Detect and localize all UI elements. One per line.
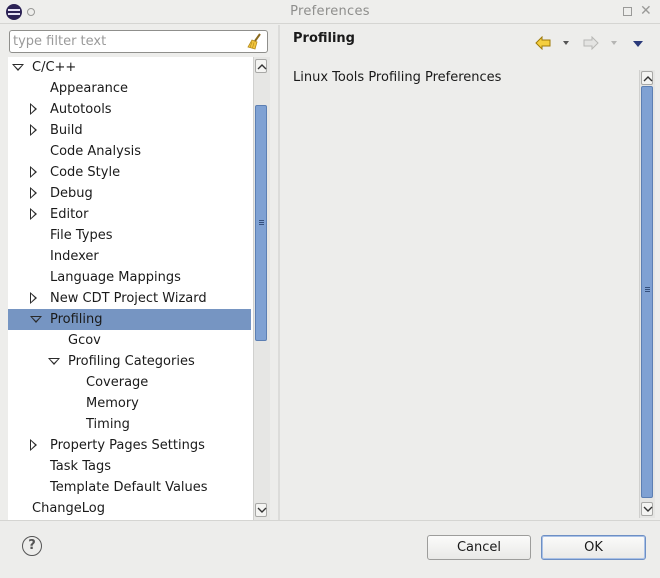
tree-item-label: Code Analysis <box>50 144 141 159</box>
tree-item-label: Indexer <box>50 249 99 264</box>
tree-item[interactable]: Editor <box>8 204 251 225</box>
forward-history-dropdown-icon <box>611 41 617 45</box>
tree-item-label: Property Pages Settings <box>50 438 205 453</box>
tree-item-label: File Types <box>50 228 113 243</box>
scroll-up-button[interactable] <box>641 71 653 85</box>
button-bar-separator <box>0 520 660 521</box>
tree-item[interactable]: Appearance <box>8 78 251 99</box>
forward-arrow-icon <box>583 36 599 50</box>
tree-item[interactable]: Timing <box>8 414 251 435</box>
tree-item[interactable]: Indexer <box>8 246 251 267</box>
window-title: Preferences <box>290 4 370 19</box>
tree-item-label: Memory <box>86 396 139 411</box>
chevron-up-icon <box>257 64 267 70</box>
collapse-triangle-icon[interactable] <box>30 166 37 178</box>
page-description: Linux Tools Profiling Preferences <box>293 70 502 85</box>
collapse-triangle-icon[interactable] <box>30 103 37 115</box>
preference-page-content: Linux Tools Profiling Preferences <box>283 66 656 519</box>
tree-item[interactable]: ChangeLog <box>8 498 251 519</box>
tree-item-label: ChangeLog <box>32 501 105 516</box>
tree-item[interactable]: Autotools <box>8 99 251 120</box>
tree-item[interactable]: Code Analysis <box>8 141 251 162</box>
ok-button[interactable]: OK <box>541 535 646 560</box>
expand-triangle-icon[interactable] <box>30 316 42 323</box>
tree-item-label: Gcov <box>68 333 101 348</box>
page-title: Profiling <box>293 31 355 46</box>
tree-item-label: Autotools <box>50 102 112 117</box>
help-icon[interactable]: ? <box>22 536 42 556</box>
title-bar: Preferences ✕ <box>0 0 660 24</box>
close-icon[interactable]: ✕ <box>640 3 652 19</box>
tree-item-label: New CDT Project Wizard <box>50 291 207 306</box>
collapse-triangle-icon[interactable] <box>30 124 37 136</box>
tree-item[interactable]: C/C++ <box>8 57 251 78</box>
tree-item[interactable]: Coverage <box>8 372 251 393</box>
tree-item[interactable]: Template Default Values <box>8 477 251 498</box>
tree-item-label: Template Default Values <box>50 480 208 495</box>
tree-item[interactable]: Code Style <box>8 162 251 183</box>
tree-item[interactable]: Build <box>8 120 251 141</box>
tree-item[interactable]: File Types <box>8 225 251 246</box>
view-menu-icon[interactable] <box>633 41 643 47</box>
tree-item-label: Debug <box>50 186 93 201</box>
tree-item[interactable]: Property Pages Settings <box>8 435 251 456</box>
collapse-triangle-icon[interactable] <box>30 208 37 220</box>
maximize-icon[interactable] <box>623 7 632 16</box>
cancel-button[interactable]: Cancel <box>427 535 531 560</box>
tree-item-label: Language Mappings <box>50 270 181 285</box>
chevron-down-icon <box>257 507 267 513</box>
scroll-thumb[interactable] <box>255 105 267 341</box>
tree-item-label: Profiling <box>50 312 103 327</box>
filter-input[interactable] <box>13 33 243 50</box>
preference-tree: C/C++ Appearance Autotools Build Code Analys… <box>8 57 270 520</box>
content-scrollbar[interactable] <box>639 70 655 518</box>
scroll-up-button[interactable] <box>255 59 267 73</box>
tree-item[interactable]: New CDT Project Wizard <box>8 288 251 309</box>
grip-icon <box>645 287 650 292</box>
tree-item-label: Coverage <box>86 375 149 390</box>
tree-item[interactable]: Profiling <box>8 309 251 330</box>
back-arrow-icon[interactable] <box>535 36 551 50</box>
tree-item-label: Appearance <box>50 81 129 96</box>
scroll-thumb[interactable] <box>641 86 653 498</box>
tree-item[interactable]: Task Tags <box>8 456 251 477</box>
broom-icon[interactable] <box>247 33 263 50</box>
tree-item[interactable]: Language Mappings <box>8 267 251 288</box>
tree-item-label: Timing <box>86 417 130 432</box>
scroll-down-button[interactable] <box>255 503 267 517</box>
collapse-triangle-icon[interactable] <box>30 187 37 199</box>
collapse-triangle-icon[interactable] <box>30 292 37 304</box>
collapse-triangle-icon[interactable] <box>30 439 37 451</box>
scroll-down-button[interactable] <box>641 502 653 516</box>
tree-item[interactable]: Profiling Categories <box>8 351 251 372</box>
tree-item-label: Editor <box>50 207 89 222</box>
tree-item-label: Profiling Categories <box>68 354 195 369</box>
chevron-up-icon <box>643 76 653 82</box>
pane-divider[interactable] <box>278 25 280 520</box>
tree-item[interactable]: Debug <box>8 183 251 204</box>
tree-scrollbar[interactable] <box>253 57 270 520</box>
filter-field <box>9 30 268 53</box>
tree-item[interactable]: Memory <box>8 393 251 414</box>
back-history-dropdown-icon[interactable] <box>563 41 569 45</box>
expand-triangle-icon[interactable] <box>12 64 24 71</box>
grip-icon <box>259 220 264 225</box>
tree-item-label: C/C++ <box>32 60 77 75</box>
tree-item-label: Task Tags <box>50 459 111 474</box>
tree-item-label: Build <box>50 123 83 138</box>
expand-triangle-icon[interactable] <box>48 358 60 365</box>
tree-item-label: Code Style <box>50 165 121 180</box>
tree-item[interactable]: Gcov <box>8 330 251 351</box>
chevron-down-icon <box>643 506 653 512</box>
